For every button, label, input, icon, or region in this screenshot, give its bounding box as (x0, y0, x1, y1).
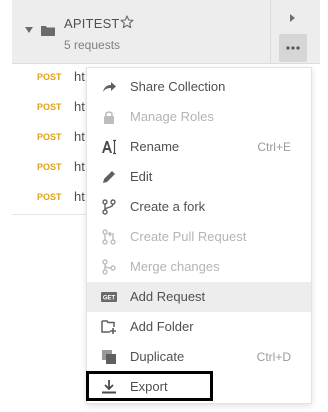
merge-icon (102, 259, 116, 275)
shortcut-hint: Ctrl+E (257, 140, 291, 154)
menu-item-label: Create a fork (130, 199, 206, 214)
request-count: 5 requests (64, 38, 121, 52)
list-divider (12, 214, 86, 215)
menu-item-label: Share Collection (130, 79, 226, 94)
method-badge: POST (37, 192, 62, 202)
rename-cursor-icon (102, 139, 116, 155)
menu-item-label: Create Pull Request (130, 229, 247, 244)
get-request-icon: GET (101, 292, 117, 302)
pencil-icon (103, 171, 115, 183)
method-badge: POST (37, 72, 62, 82)
request-name: ht (74, 99, 85, 114)
request-item[interactable]: POST ht (12, 123, 92, 153)
menu-item-label: Manage Roles (130, 109, 214, 124)
request-name: ht (74, 69, 85, 84)
menu-item-rename[interactable]: Rename Ctrl+E (87, 132, 311, 162)
collection-context-menu: Share Collection Manage Roles Rename Ctr… (86, 67, 312, 404)
menu-item-create-pull-request[interactable]: Create Pull Request (87, 222, 311, 252)
caret-down-icon[interactable] (25, 27, 33, 33)
method-badge: POST (37, 162, 62, 172)
method-badge: POST (37, 132, 62, 142)
pull-request-icon (102, 229, 116, 245)
request-name: ht (74, 159, 85, 174)
lock-icon (104, 111, 114, 124)
menu-item-edit[interactable]: Edit (87, 162, 311, 192)
menu-item-label: Duplicate (130, 349, 185, 364)
menu-item-share-collection[interactable]: Share Collection (87, 72, 311, 102)
add-folder-icon (101, 320, 116, 334)
duplicate-icon (102, 350, 116, 364)
menu-item-label: Add Folder (130, 319, 194, 334)
request-name: ht (74, 189, 85, 204)
request-name: ht (74, 129, 85, 144)
share-arrow-icon (103, 82, 116, 92)
request-item[interactable]: POST ht (12, 93, 92, 123)
ellipsis-icon (286, 46, 300, 50)
menu-item-label: Rename (130, 139, 180, 154)
menu-item-duplicate[interactable]: Duplicate Ctrl+D (87, 342, 311, 372)
export-highlight-box (86, 371, 213, 401)
menu-item-label: Merge changes (130, 259, 220, 274)
request-item[interactable]: POST ht (12, 63, 92, 93)
svg-text:GET: GET (103, 296, 116, 302)
menu-item-add-folder[interactable]: Add Folder (87, 312, 311, 342)
star-icon[interactable] (120, 15, 134, 29)
method-badge: POST (37, 102, 62, 112)
expand-arrow-icon[interactable] (290, 14, 295, 22)
collection-name: APITEST (64, 16, 120, 31)
menu-item-merge-changes[interactable]: Merge changes (87, 252, 311, 282)
menu-item-manage-roles[interactable]: Manage Roles (87, 102, 311, 132)
menu-item-label: Edit (130, 169, 153, 184)
request-item[interactable]: POST ht (12, 183, 92, 213)
menu-item-label: Add Request (130, 289, 206, 304)
more-actions-button[interactable] (279, 34, 307, 62)
shortcut-hint: Ctrl+D (256, 350, 291, 364)
request-item[interactable]: POST ht (12, 153, 92, 183)
menu-item-add-request[interactable]: GET Add Request (87, 282, 311, 312)
folder-icon (41, 26, 55, 36)
menu-item-create-fork[interactable]: Create a fork (87, 192, 311, 222)
fork-icon (102, 199, 116, 215)
